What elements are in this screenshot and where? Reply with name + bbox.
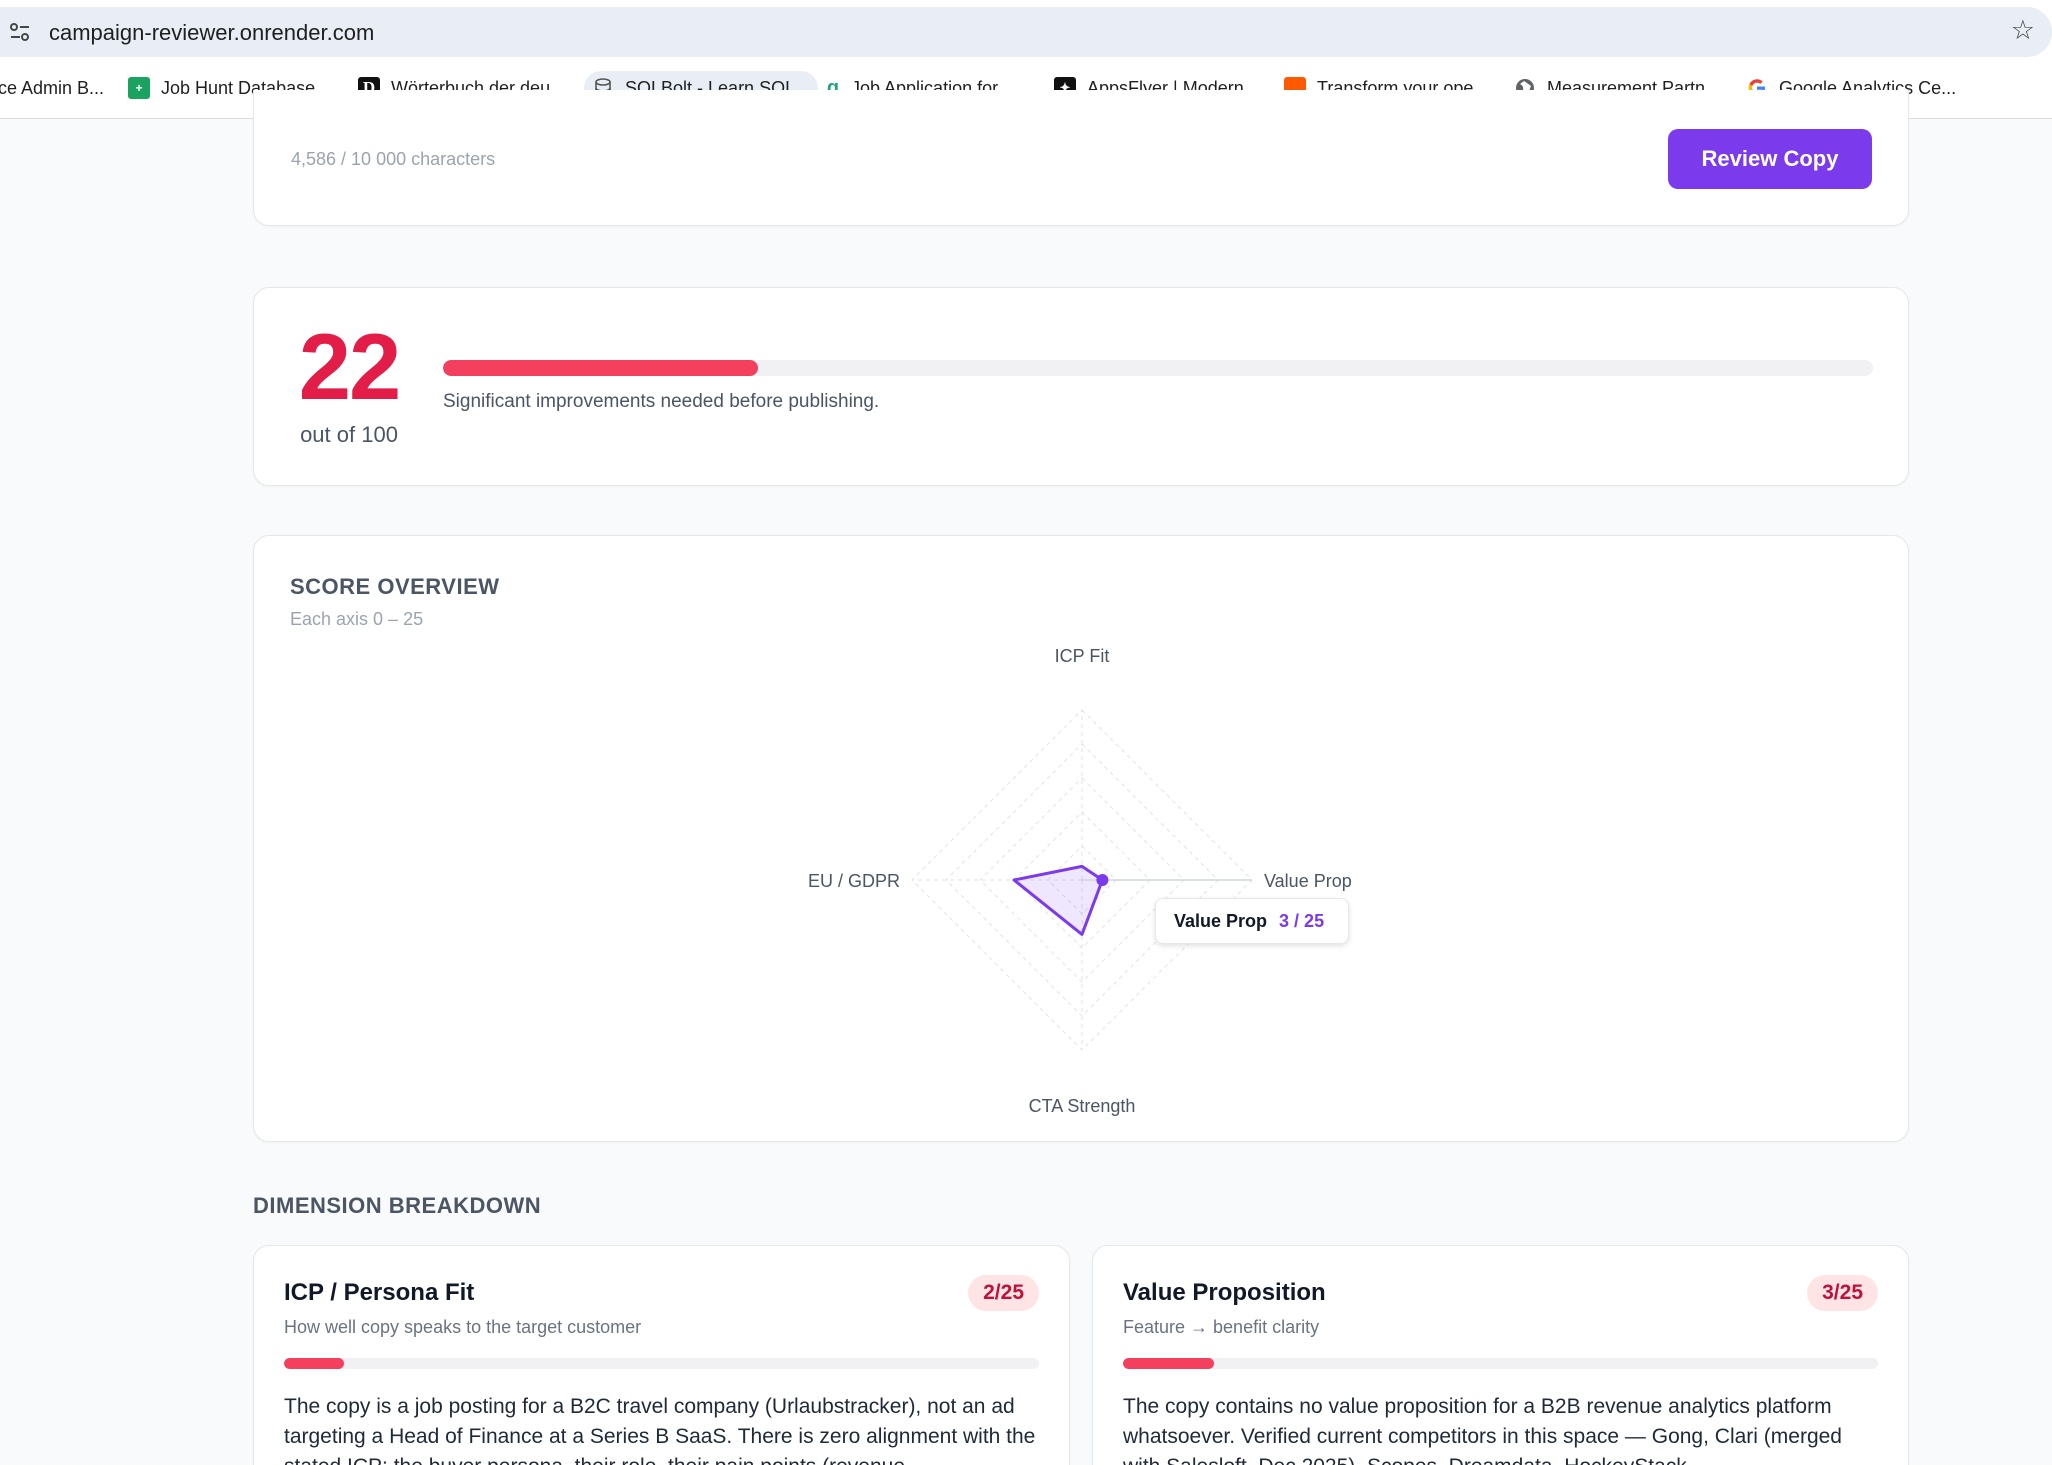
- dimension-card-value-prop: Value Proposition Feature → benefit clar…: [1092, 1245, 1909, 1465]
- sheet-icon: +: [128, 77, 150, 99]
- score-card: 22 out of 100 Significant improvements n…: [253, 287, 1909, 486]
- dimension-subtitle: How well copy speaks to the target custo…: [284, 1317, 642, 1337]
- tooltip-label: Value Prop: [1174, 910, 1268, 931]
- score-out-of: out of 100: [300, 422, 398, 447]
- radar-active-point: [1096, 874, 1109, 886]
- dimension-feedback: The copy contains no value proposition f…: [1123, 1395, 1842, 1465]
- dimension-score-badge: 2/25: [968, 1275, 1039, 1311]
- site-settings-icon[interactable]: [9, 21, 31, 43]
- dimension-subtitle: Feature → benefit clarity: [1123, 1317, 1320, 1337]
- url-text[interactable]: campaign-reviewer.onrender.com: [49, 20, 374, 46]
- score-progress-fill: [443, 360, 758, 376]
- radar-chart: ICP Fit Value Prop CTA Strength EU / GDPR: [808, 646, 1352, 1116]
- score-overview-card: SCORE OVERVIEW Each axis 0 – 25 ICP Fit V…: [253, 535, 1909, 1142]
- dimension-card-icp: ICP / Persona Fit How well copy speaks t…: [253, 1245, 1070, 1465]
- dimension-progress-bar: [284, 1358, 1039, 1369]
- dimension-title: ICP / Persona Fit: [284, 1279, 475, 1306]
- tooltip-value: 3 / 25: [1279, 910, 1325, 931]
- score-value: 22: [298, 314, 402, 419]
- bookmark-label: ce Admin B...: [0, 77, 105, 98]
- bookmark-star-icon[interactable]: ☆: [2011, 17, 2035, 44]
- bookmark-admin[interactable]: ce Admin B...: [0, 71, 112, 105]
- address-bar[interactable]: campaign-reviewer.onrender.com ☆: [0, 7, 2052, 57]
- radar-axis-label: EU / GDPR: [808, 871, 900, 891]
- dimension-breakdown-title: DIMENSION BREAKDOWN: [253, 1193, 542, 1218]
- radar-axis-label: CTA Strength: [1029, 1096, 1136, 1116]
- dimension-feedback: The copy is a job posting for a B2C trav…: [284, 1395, 1036, 1465]
- dimension-progress-fill: [284, 1358, 345, 1369]
- dimension-progress-fill: [1123, 1358, 1214, 1369]
- dimension-progress-bar: [1123, 1358, 1878, 1369]
- score-message: Significant improvements needed before p…: [443, 391, 880, 412]
- dimension-score-badge: 3/25: [1807, 1275, 1878, 1311]
- score-progress-bar: [443, 360, 1873, 376]
- radar-axis-label: ICP Fit: [1055, 646, 1110, 666]
- copy-editor-card: 4,586 / 10 000 characters Review Copy: [253, 90, 1909, 226]
- review-copy-button[interactable]: Review Copy: [1668, 129, 1872, 189]
- dimension-title: Value Proposition: [1123, 1279, 1326, 1306]
- radar-axis-label: Value Prop: [1264, 871, 1352, 891]
- chart-tooltip: Value Prop 3 / 25: [1155, 898, 1349, 944]
- character-counter: 4,586 / 10 000 characters: [291, 149, 496, 169]
